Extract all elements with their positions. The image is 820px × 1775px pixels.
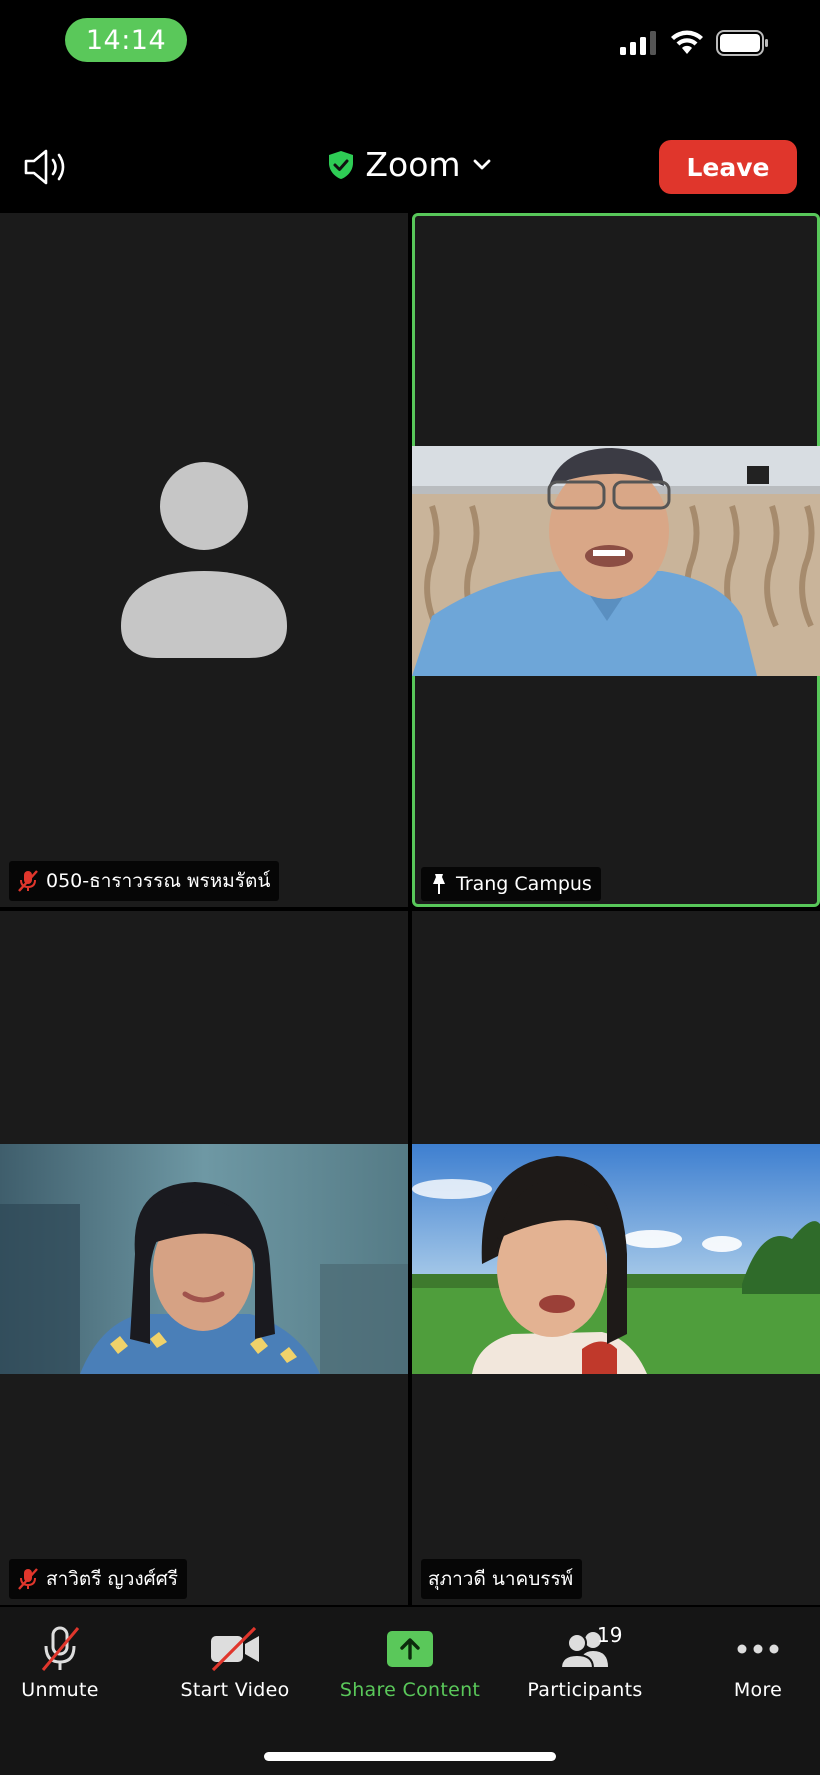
participants-count: 19 [597,1623,623,1647]
meeting-header: Zoom Leave [0,125,820,210]
unmute-label: Unmute [21,1679,99,1701]
share-content-label: Share Content [339,1679,481,1701]
start-video-label: Start Video [180,1679,290,1701]
participant-name: 050-ธาราวรรณ พรหมรัตน์ [46,870,271,892]
more-label: More [733,1679,783,1701]
muted-mic-icon [41,1626,80,1671]
muted-mic-icon [18,1568,38,1590]
participant-name-tag: สุภาวดี นาคบรรพ์ [421,1559,583,1599]
chevron-down-icon [473,159,490,169]
participant-name-tag: สาวิตรี ญวงศ์ศรี [9,1559,187,1599]
video-tile-1[interactable]: 050-ธาราวรรณ พรหมรัตน์ [0,213,408,907]
status-icons [620,30,770,56]
cellular-signal-icon [620,31,656,55]
status-bar: 14:14 [0,0,820,80]
meeting-toolbar: Unmute Start Video Share Content 19 Part… [0,1607,820,1775]
participants-button[interactable]: 19 Participants [505,1623,665,1701]
participant-video [412,446,820,676]
more-dots-icon [737,1644,779,1654]
status-time: 14:14 [65,18,187,62]
video-tile-3[interactable]: สาวิตรี ญวงศ์ศรี [0,911,408,1605]
avatar-placeholder-icon [121,462,287,658]
participants-label: Participants [527,1679,643,1701]
share-content-button[interactable]: Share Content [330,1625,490,1701]
muted-mic-icon [18,870,38,892]
video-off-icon [211,1626,259,1672]
wifi-icon [671,30,703,54]
leave-button[interactable]: Leave [659,140,797,194]
participant-name-tag: 050-ธาราวรรณ พรหมรัตน์ [9,861,280,901]
participant-name: Trang Campus [456,873,592,895]
home-indicator[interactable] [264,1752,556,1761]
participant-name-tag: Trang Campus [421,867,601,901]
pin-icon [433,874,445,894]
unmute-button[interactable]: Unmute [0,1625,140,1701]
video-tile-4[interactable]: สุภาวดี นาคบรรพ์ [412,911,820,1605]
participant-video [0,1144,408,1374]
battery-icon [716,30,768,56]
share-arrow-icon [387,1631,433,1667]
start-video-button[interactable]: Start Video [155,1625,315,1701]
more-button[interactable]: More [678,1625,820,1701]
shield-check-icon [329,150,354,179]
participant-video [412,1144,820,1374]
participant-name: สาวิตรี ญวงศ์ศรี [46,1568,178,1590]
participant-name: สุภาวดี นาคบรรพ์ [428,1568,574,1590]
meeting-title: Zoom [365,145,461,184]
video-tile-2[interactable]: Trang Campus [412,213,820,907]
